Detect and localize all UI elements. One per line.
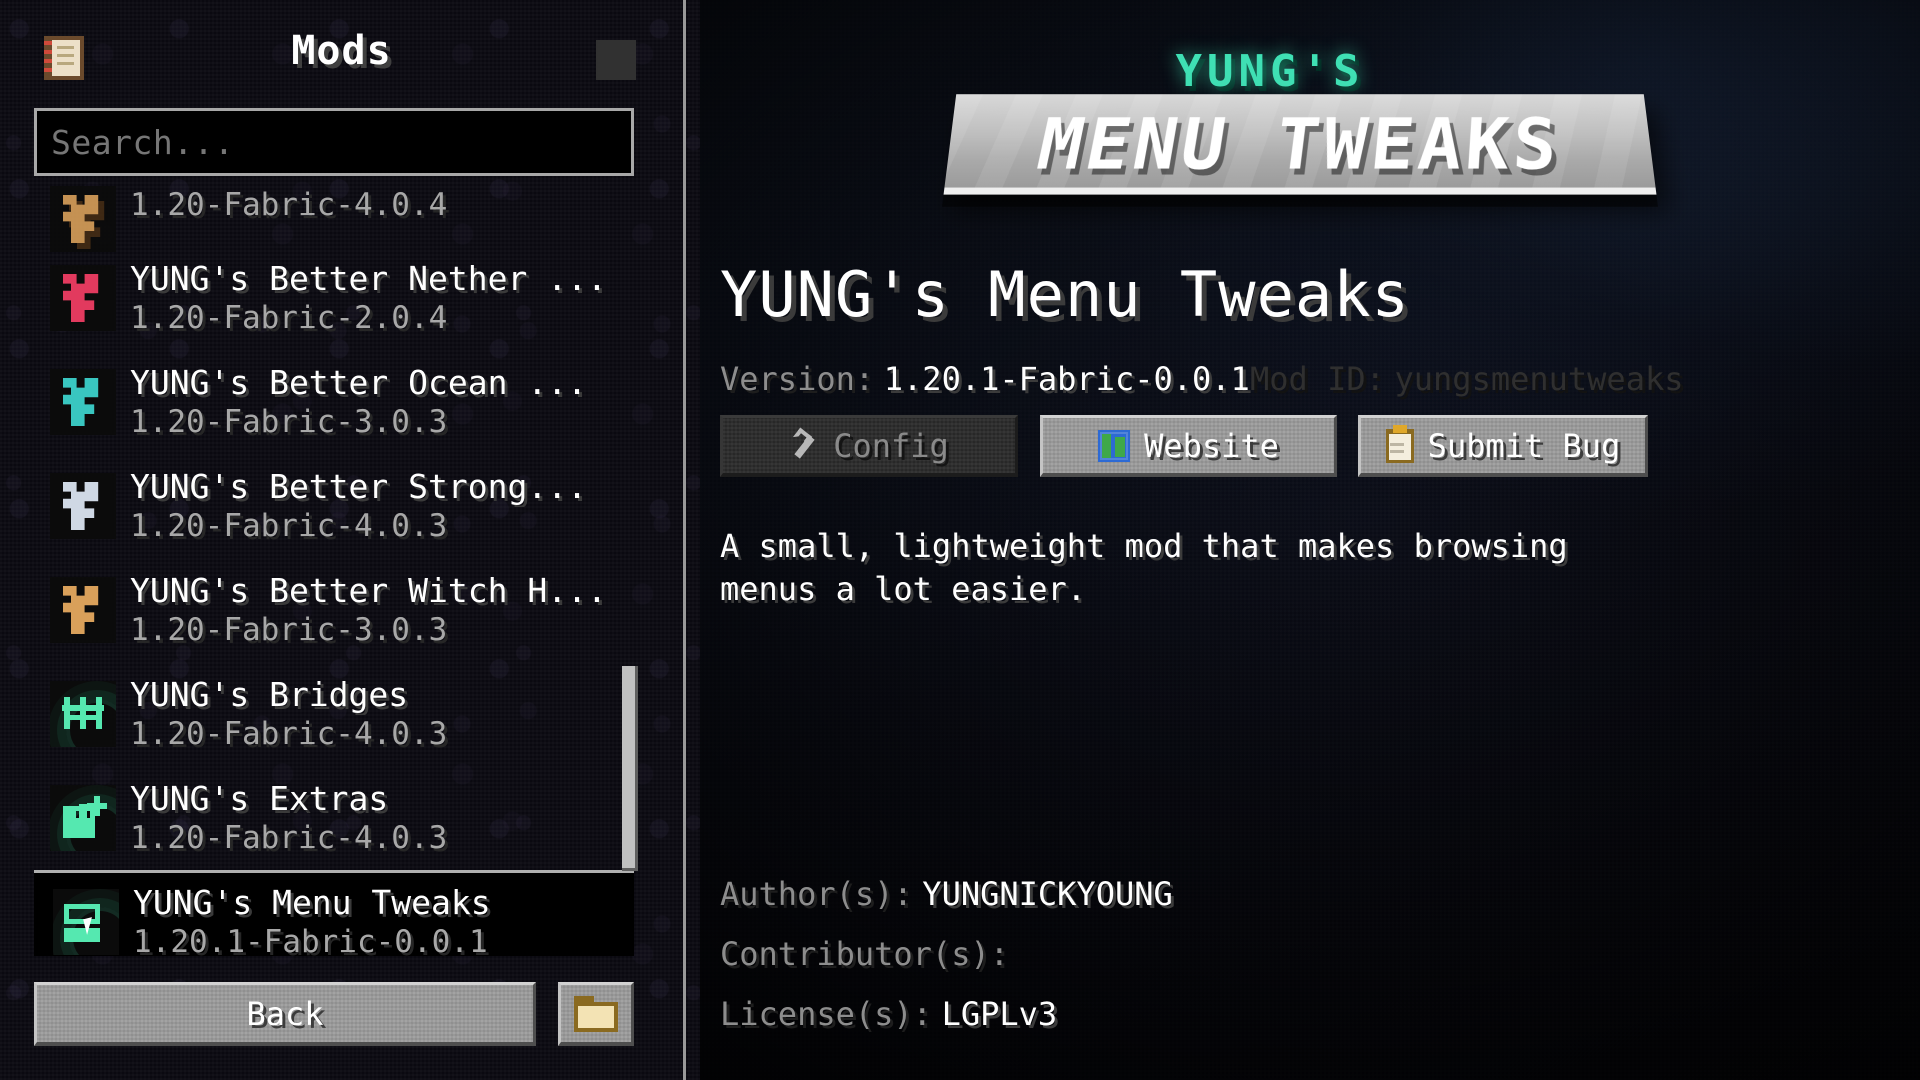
author-value: YUNGNICKYOUNG xyxy=(922,875,1173,913)
config-button[interactable]: Config xyxy=(720,415,1018,477)
folder-icon xyxy=(574,995,618,1032)
author-label: Author(s): xyxy=(720,875,913,913)
list-item[interactable]: YUNG's Better Strong... 1.20-Fabric-4.0.… xyxy=(34,454,634,558)
list-item-selected[interactable]: YUNG's Menu Tweaks 1.20.1-Fabric-0.0.1 xyxy=(34,870,634,956)
mod-credits: Author(s): YUNGNICKYOUNG Contributor(s):… xyxy=(720,875,1620,1055)
mod-name: YUNG's Extras xyxy=(130,779,389,818)
menu-tweaks-icon xyxy=(64,904,108,944)
panel-divider xyxy=(683,0,686,1080)
mod-version: 1.20-Fabric-4.0.3 xyxy=(130,508,448,544)
submit-bug-button[interactable]: Submit Bug xyxy=(1358,415,1648,477)
config-button-label: Config xyxy=(833,426,949,465)
mod-name: YUNG's Better Witch H... xyxy=(130,571,607,610)
mod-list[interactable]: 1.20-Fabric-4.0.4 YUNG's Better Nether .… xyxy=(34,186,634,956)
mod-version: 1.20-Fabric-3.0.3 xyxy=(130,612,448,648)
mod-name: YUNG's Bridges xyxy=(130,675,409,714)
mod-version: 1.20-Fabric-4.0.3 xyxy=(130,716,448,752)
mod-icon xyxy=(50,577,116,643)
mod-name: YUNG's Better Ocean ... xyxy=(130,363,587,402)
submit-bug-button-label: Submit Bug xyxy=(1427,426,1621,465)
author-row: Author(s): YUNGNICKYOUNG xyxy=(720,875,1620,913)
mod-version: 1.20-Fabric-3.0.3 xyxy=(130,404,448,440)
list-item[interactable]: YUNG's Better Ocean ... 1.20-Fabric-3.0.… xyxy=(34,350,634,454)
mod-icon xyxy=(50,681,116,747)
detail-button-row: Config Website Submit Bug xyxy=(720,415,1920,477)
mod-icon xyxy=(50,369,116,435)
bridge-icon xyxy=(62,697,104,729)
mod-icon xyxy=(50,473,116,539)
contributors-label: Contributor(s): xyxy=(720,935,1009,973)
extras-icon xyxy=(63,796,107,838)
modid-row: Mod ID: yungsmenutweaks xyxy=(1250,360,1683,398)
modid-value: yungsmenutweaks xyxy=(1394,360,1684,398)
website-button-label: Website xyxy=(1144,426,1279,465)
back-button[interactable]: Back xyxy=(34,982,536,1046)
list-item[interactable]: YUNG's Bridges 1.20-Fabric-4.0.3 xyxy=(34,662,634,766)
wrench-icon xyxy=(789,427,819,461)
license-value: LGPLv3 xyxy=(941,995,1058,1033)
version-value: 1.20.1-Fabric-0.0.1 xyxy=(883,360,1250,398)
detail-title: YUNG's Menu Tweaks xyxy=(720,258,1410,331)
mod-name: YUNG's Better Nether ... xyxy=(130,259,607,298)
open-mods-folder-button[interactable] xyxy=(558,982,634,1046)
list-item[interactable]: YUNG's Better Witch H... 1.20-Fabric-3.0… xyxy=(34,558,634,662)
globe-icon xyxy=(1098,429,1131,462)
mod-icon xyxy=(50,265,116,331)
mod-name: YUNG's Better Strong... xyxy=(130,467,587,506)
mod-version: 1.20-Fabric-4.0.3 xyxy=(130,820,448,856)
list-item-partial[interactable]: 1.20-Fabric-4.0.4 xyxy=(34,186,634,252)
license-label: License(s): xyxy=(720,995,932,1033)
mod-icon xyxy=(53,889,119,955)
mod-icon xyxy=(50,186,116,252)
search-placeholder: Search... xyxy=(51,122,235,162)
mod-version: 1.20-Fabric-4.0.4 xyxy=(130,187,448,223)
mod-detail-panel: YUNG'S MENU TWEAKS YUNG's Menu Tweaks Ve… xyxy=(700,0,1920,1080)
mod-version: 1.20-Fabric-2.0.4 xyxy=(130,300,448,336)
mod-menu-screen: Mods Search... 1.20-Fabric-4.0.4 YUNG's … xyxy=(0,0,1920,1080)
contributors-row: Contributor(s): xyxy=(720,935,1620,973)
clipboard-icon xyxy=(1385,424,1414,463)
scrollbar-thumb[interactable] xyxy=(622,666,638,871)
mods-sidebar: Mods Search... 1.20-Fabric-4.0.4 YUNG's … xyxy=(0,0,683,1080)
version-row: Version: 1.20.1-Fabric-0.0.1 xyxy=(720,360,1250,398)
mod-version: 1.20.1-Fabric-0.0.1 xyxy=(133,924,488,956)
mod-description: A small, lightweight mod that makes brow… xyxy=(720,527,1568,608)
page-title: Mods xyxy=(291,28,392,74)
modid-label: Mod ID: xyxy=(1250,360,1385,398)
version-label: Version: xyxy=(720,360,875,398)
website-button[interactable]: Website xyxy=(1040,415,1337,477)
list-item[interactable]: YUNG's Better Nether ... 1.20-Fabric-2.0… xyxy=(34,246,634,350)
license-row: License(s): LGPLv3 xyxy=(720,995,1620,1033)
mod-name: YUNG's Menu Tweaks xyxy=(133,883,491,922)
header-toggle-button[interactable] xyxy=(596,40,636,80)
mod-icon xyxy=(50,785,116,851)
back-button-label: Back xyxy=(246,994,324,1033)
list-item[interactable]: YUNG's Extras 1.20-Fabric-4.0.3 xyxy=(34,766,634,870)
search-input[interactable]: Search... xyxy=(34,108,634,176)
